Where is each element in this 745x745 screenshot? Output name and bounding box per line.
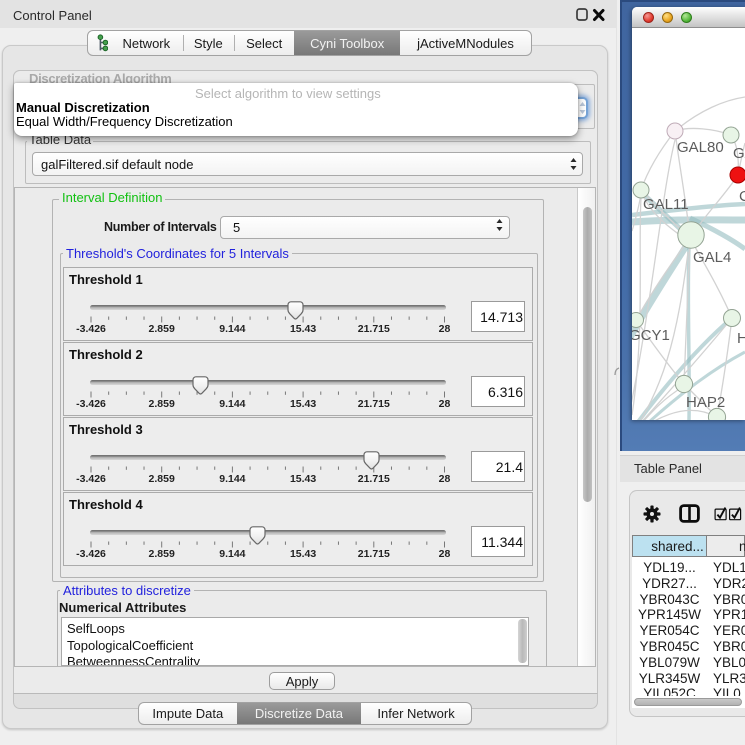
- svg-text:C: C: [739, 188, 745, 205]
- svg-text:GAL11: GAL11: [643, 196, 689, 213]
- svg-text:GCY1: GCY1: [632, 327, 670, 344]
- svg-text:HAP2: HAP2: [686, 394, 725, 411]
- svg-text:GA: GA: [733, 145, 745, 162]
- svg-text:H: H: [737, 330, 745, 347]
- svg-text:GAL80: GAL80: [677, 139, 724, 156]
- svg-text:GAL4: GAL4: [693, 249, 731, 266]
